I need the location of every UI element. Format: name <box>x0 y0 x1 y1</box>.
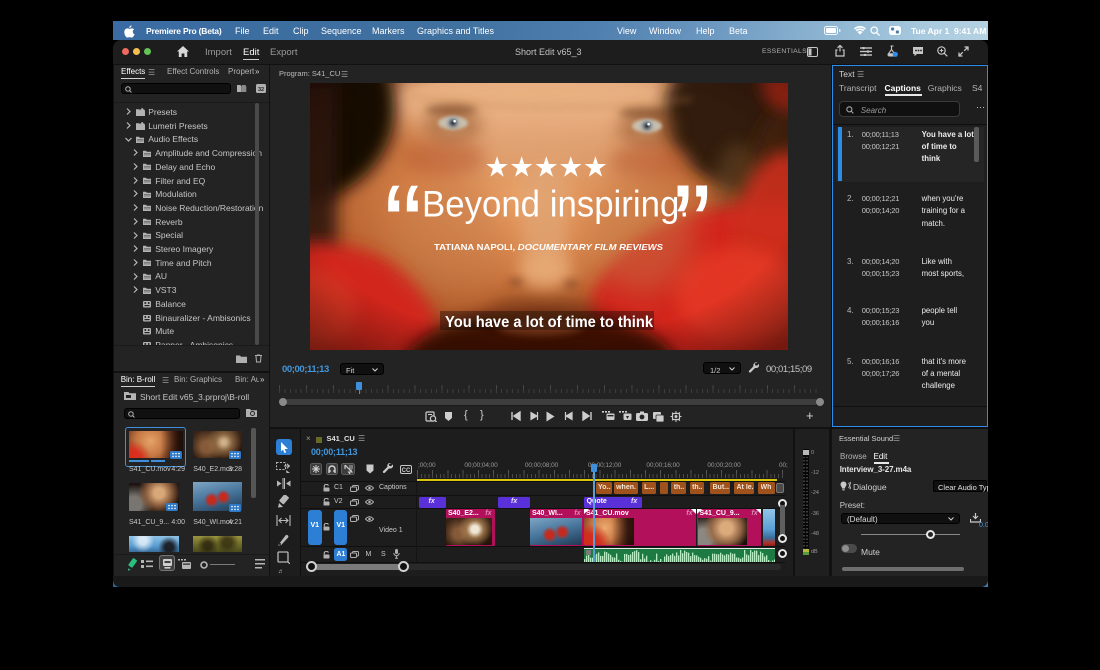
svg-text:★★★★★: ★★★★★ <box>484 152 607 183</box>
svg-text:Beyond inspiring.: Beyond inspiring. <box>422 184 689 225</box>
svg-text:“: “ <box>384 162 422 290</box>
svg-text:▾: ▾ <box>626 415 629 421</box>
svg-text:You have a lot of time to thin: You have a lot of time to think <box>445 314 653 331</box>
svg-text:TATIANA NAPOLI, DOCUMENTARY FI: TATIANA NAPOLI, DOCUMENTARY FILM REVIEWS <box>434 242 663 252</box>
svg-text:32: 32 <box>258 87 264 93</box>
svg-text:CC: CC <box>402 467 411 473</box>
svg-text:”: ” <box>673 162 711 290</box>
